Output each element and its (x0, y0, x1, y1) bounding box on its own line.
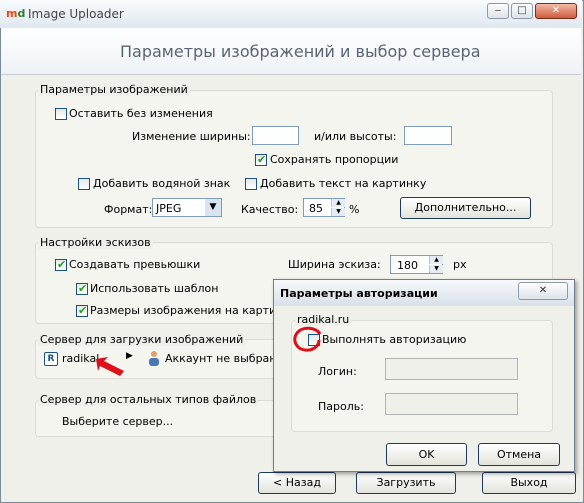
thumb-width-label: Ширина эскиза: (288, 258, 381, 271)
spin-up-icon[interactable]: ▲ (429, 256, 443, 264)
user-icon (148, 350, 160, 366)
quality-input[interactable]: 85 ▲ ▼ (303, 198, 345, 217)
chevron-down-icon[interactable]: ▼ (205, 199, 221, 216)
watermark-checkbox[interactable] (78, 178, 90, 190)
quality-value: 85 (309, 202, 323, 215)
page-title: Параметры изображений и выбор сервера (120, 42, 481, 61)
keep-proportions-label: Сохранять пропорции (270, 153, 399, 166)
auth-dialog-title: Параметры авторизации (280, 287, 438, 300)
keep-unchanged-checkbox[interactable] (55, 108, 67, 120)
height-label: и/или высоты: (314, 130, 397, 143)
thumb-width-input[interactable]: 180 ▲ ▼ (390, 255, 443, 274)
login-input[interactable] (385, 358, 518, 380)
keep-unchanged-label: Оставить без изменения (69, 107, 213, 120)
annotation-circle-icon (293, 326, 322, 352)
image-sizes-checkbox[interactable] (76, 304, 88, 317)
add-text-label: Добавить текст на картинку (260, 177, 427, 190)
auth-dialog-close-button[interactable]: ✕ (518, 282, 568, 300)
thumb-width-value: 180 (397, 259, 418, 272)
advanced-button[interactable]: Дополнительно... (400, 197, 531, 219)
logo-d: d (17, 7, 26, 20)
ok-button[interactable]: OK (386, 443, 467, 466)
account-label[interactable]: Аккаунт не выбран (165, 352, 276, 365)
width-input[interactable] (252, 126, 299, 145)
spin-up-icon[interactable]: ▲ (331, 199, 345, 207)
format-value: JPEG (156, 202, 182, 215)
logo-m: m (6, 7, 18, 20)
perform-auth-label: Выполнять авторизацию (322, 333, 467, 346)
upload-button[interactable]: Загрузить (356, 472, 456, 494)
cancel-button[interactable]: Отмена (478, 443, 560, 466)
thumb-width-unit: px (453, 258, 467, 271)
minimize-button[interactable]: ‒ (487, 3, 509, 19)
annotation-arrow-icon (96, 357, 124, 376)
quality-label: Качество: (241, 203, 299, 216)
spin-down-icon[interactable]: ▼ (331, 208, 345, 216)
spin-down-icon[interactable]: ▼ (429, 265, 443, 273)
image-sizes-label: Размеры изображения на картинке (90, 304, 297, 317)
height-input[interactable] (404, 126, 452, 145)
maximize-button[interactable]: □ (511, 3, 533, 19)
keep-proportions-checkbox[interactable] (255, 153, 267, 166)
create-thumbs-label: Создавать превьюшки (69, 258, 201, 271)
server-legend: Сервер для загрузки изображений (38, 333, 246, 346)
exit-button[interactable]: Выход (482, 472, 576, 494)
back-button[interactable]: < Назад (258, 472, 336, 494)
format-label: Формат: (104, 203, 153, 216)
image-params-legend: Параметры изображений (38, 83, 190, 96)
select-server-link[interactable]: Выберите сервер... (62, 415, 173, 428)
other-server-legend: Сервер для остальных типов файлов (38, 393, 259, 406)
watermark-label: Добавить водяной знак (93, 177, 231, 190)
add-text-checkbox[interactable] (245, 178, 257, 190)
password-input[interactable] (385, 393, 518, 415)
app-logo: md (6, 7, 25, 20)
quality-unit: % (349, 203, 360, 216)
radikal-logo-icon: R (44, 352, 58, 366)
thumbs-legend: Настройки эскизов (38, 236, 153, 249)
format-select[interactable]: JPEG ▼ (152, 198, 222, 217)
window-title: Image Uploader (28, 7, 124, 21)
use-template-checkbox[interactable] (76, 282, 88, 295)
close-window-button[interactable]: ✕ (535, 3, 577, 19)
password-label: Пароль: (318, 400, 364, 413)
login-label: Логин: (318, 365, 357, 378)
use-template-label: Использовать шаблон (90, 282, 219, 295)
create-thumbs-checkbox[interactable] (55, 258, 67, 271)
width-label: Изменение ширины: (132, 130, 251, 143)
